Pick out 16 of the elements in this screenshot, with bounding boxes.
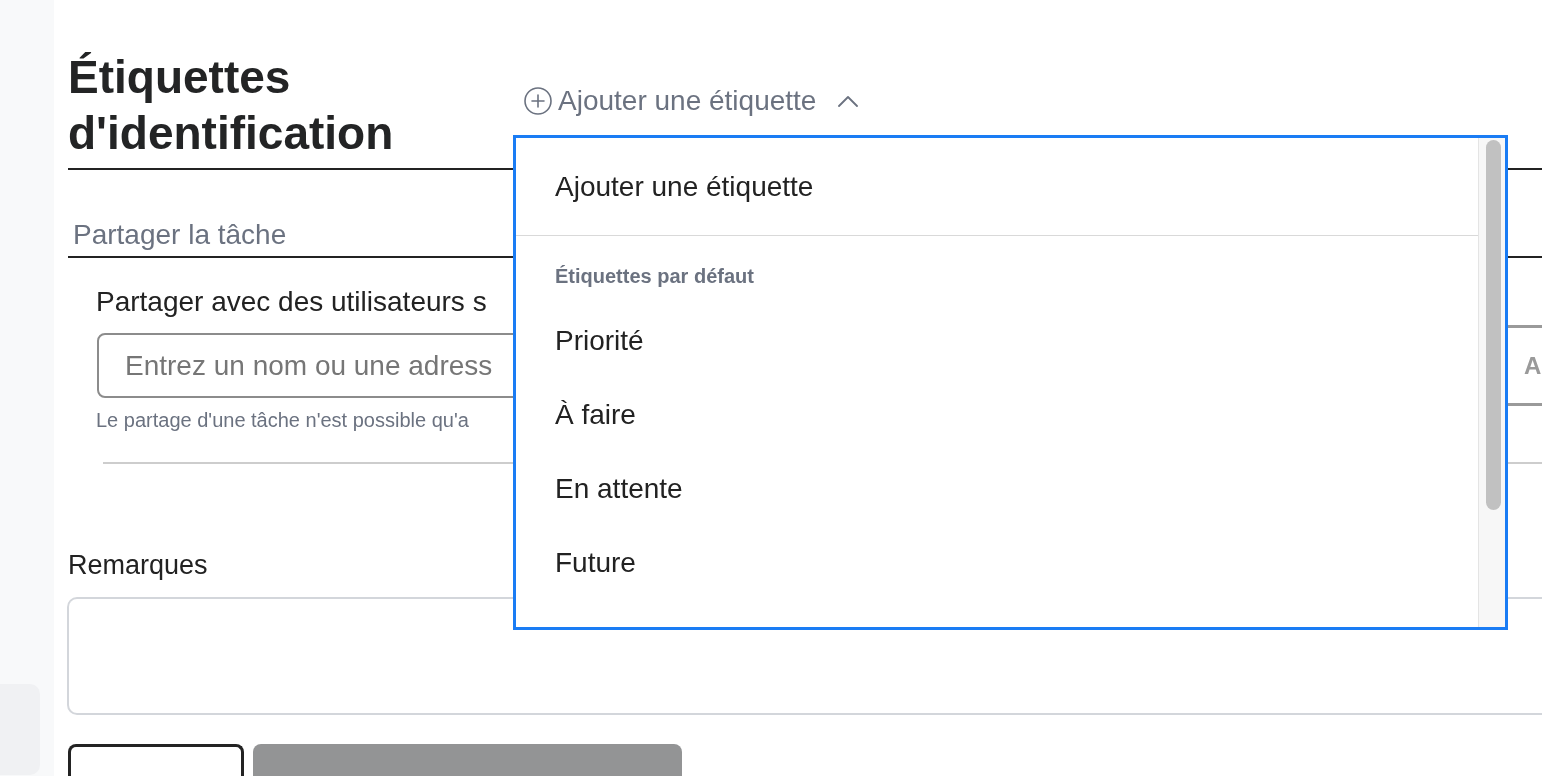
outlined-button[interactable] [68, 744, 244, 776]
menu-item[interactable]: Ajouter une étiquette [516, 138, 1478, 235]
field-label: Partager avec des utilisateurs s [96, 286, 487, 318]
field-label: Remarques [68, 549, 208, 581]
menu-item[interactable]: À faire [516, 378, 1478, 452]
add-tag-toggle[interactable]: Ajouter une étiquette [524, 86, 859, 116]
section-header: Étiquettes par défaut [555, 264, 754, 289]
menu-item[interactable]: En attente [516, 452, 1478, 526]
caret-icon [838, 95, 859, 107]
hint-text: Le partage d'une tâche n'est possible qu'a [96, 408, 469, 432]
plus-circle-icon [524, 87, 552, 115]
scrollbar-thumb[interactable] [1486, 140, 1501, 510]
section-title: Partager la tâche [73, 218, 287, 252]
page-title: Étiquettes d'identification [68, 50, 395, 161]
menu-item[interactable]: Future [516, 526, 1478, 600]
menu-item[interactable]: Priorité [516, 304, 1478, 378]
